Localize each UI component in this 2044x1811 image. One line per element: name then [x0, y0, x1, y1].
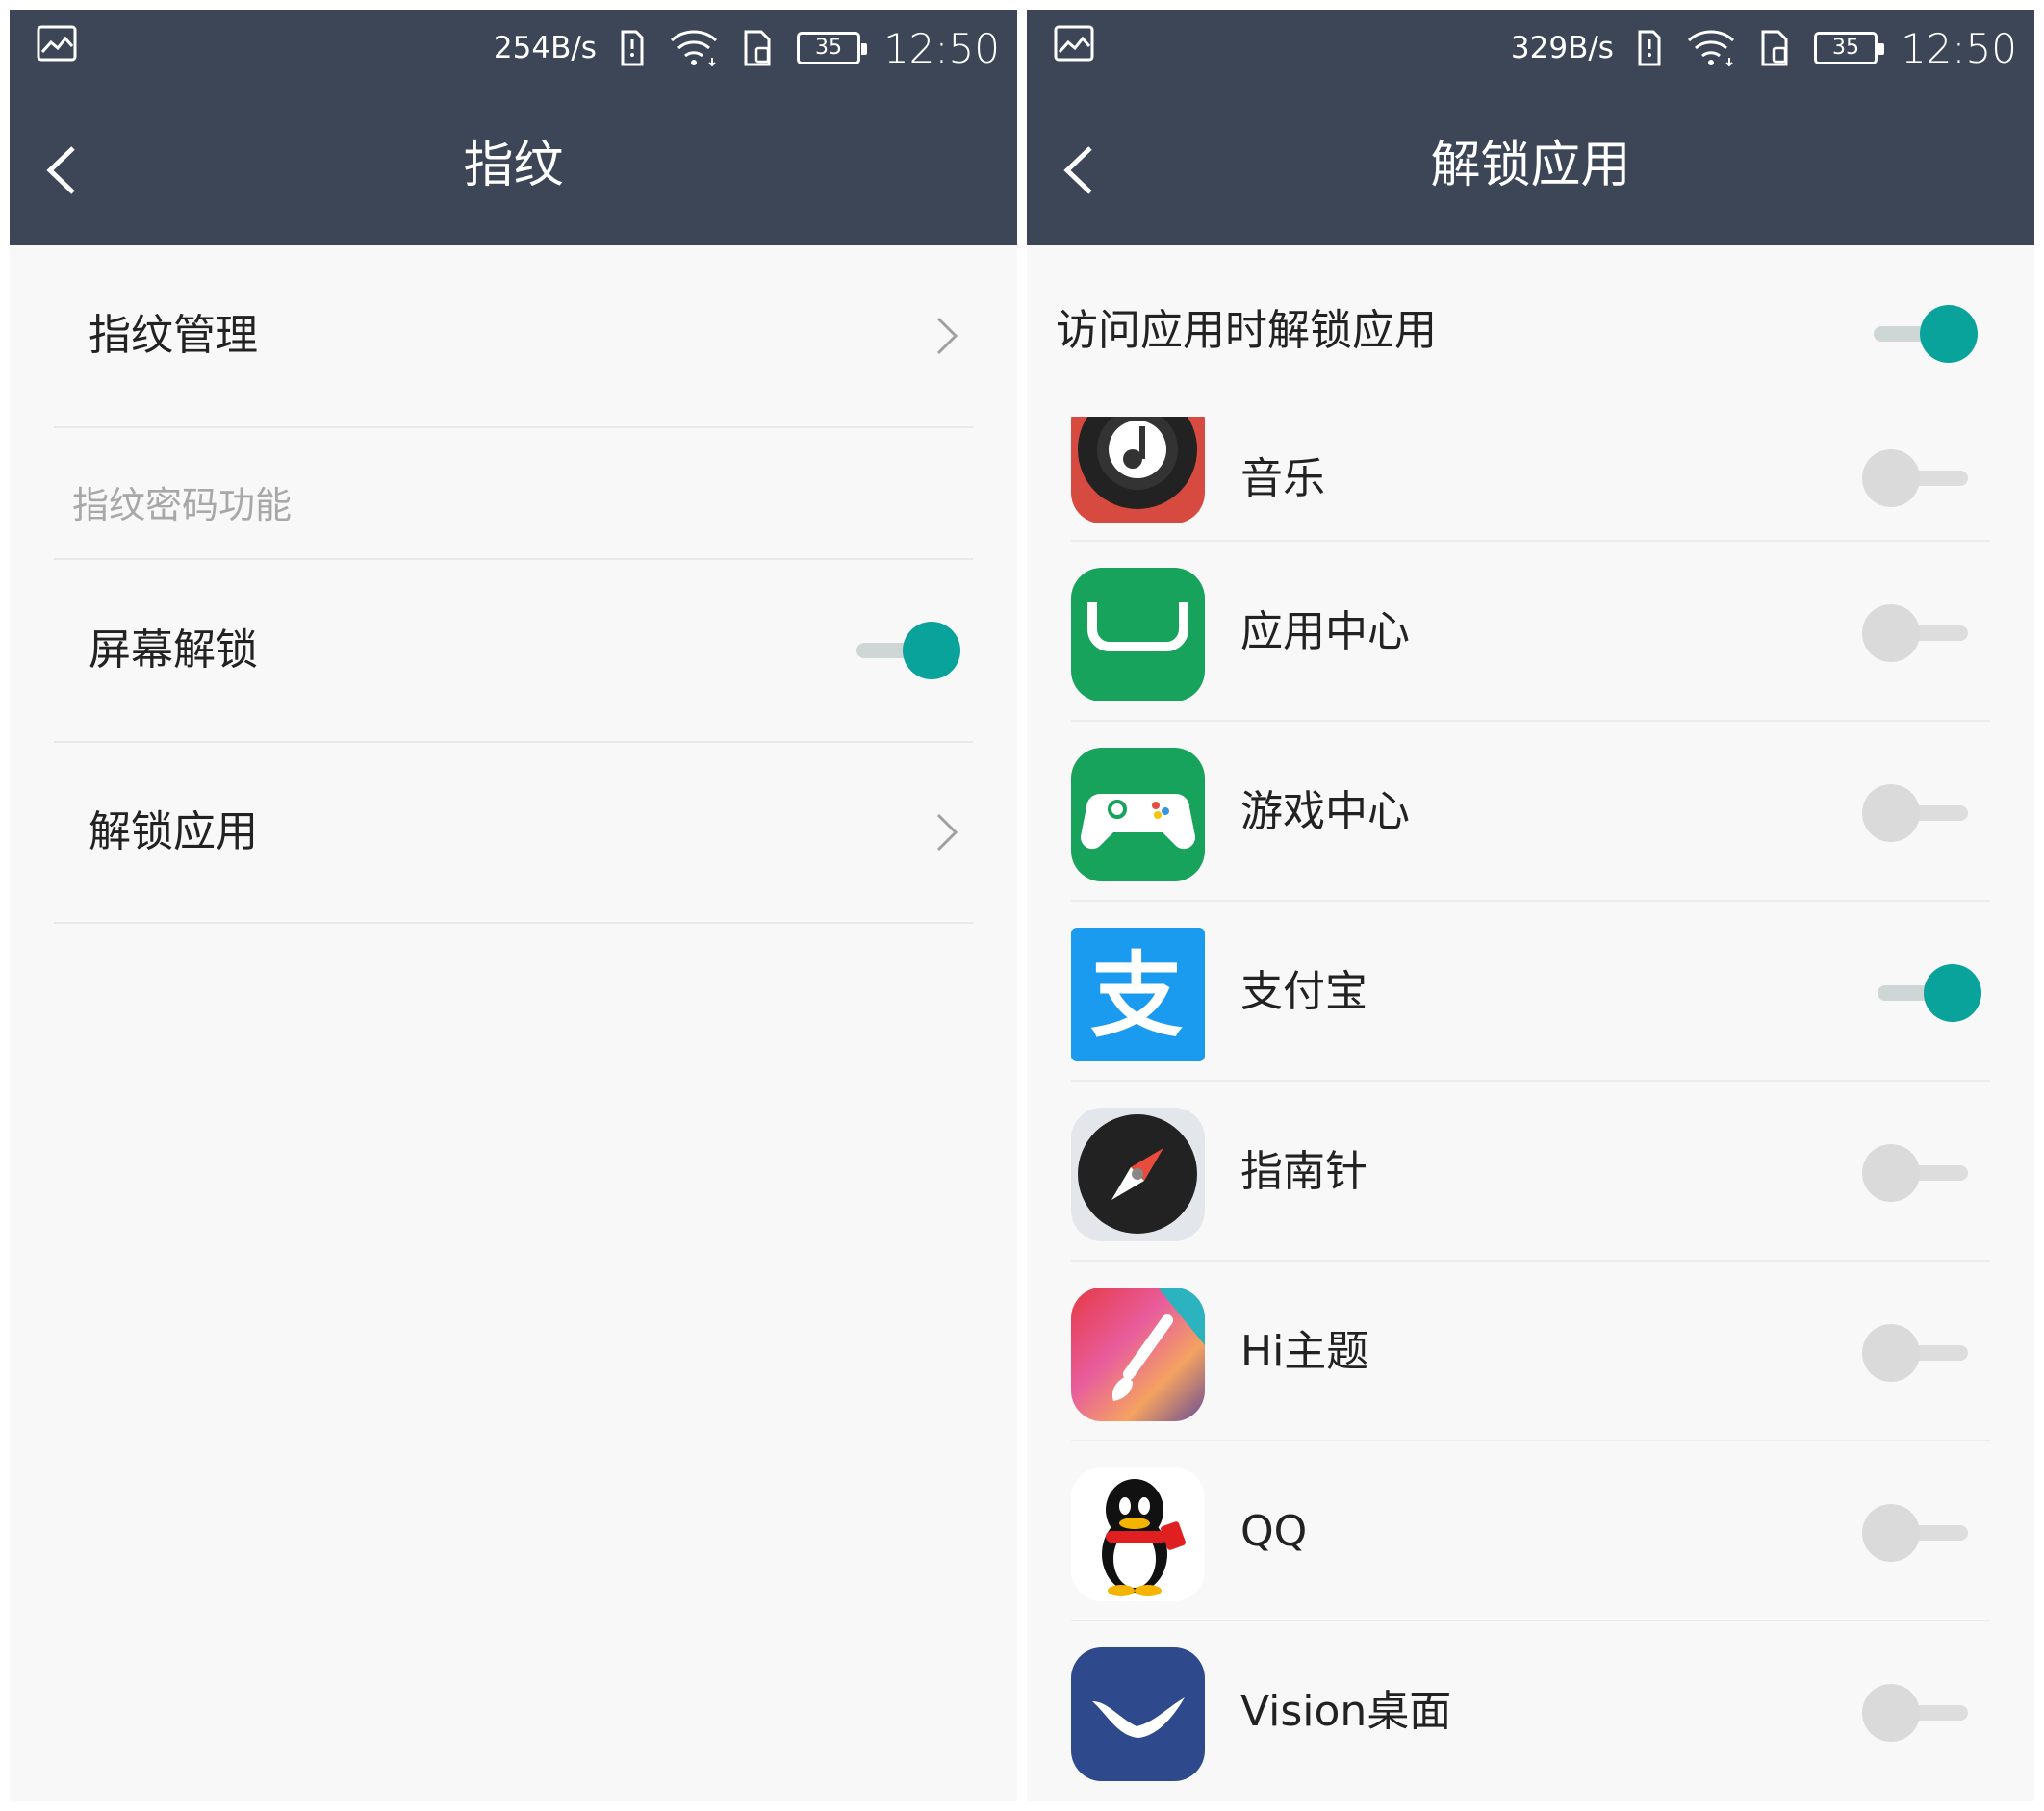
compass-icon — [1071, 1108, 1205, 1241]
page-title: 指纹 — [463, 137, 564, 194]
hi-theme-icon — [1071, 1288, 1205, 1421]
chevron-right-icon — [936, 317, 958, 355]
sd-card-icon — [621, 30, 644, 66]
fingerprint-settings-screen: 254B/s 35 12:50 指纹 指纹管理 指纹密码功能 屏幕解锁 解锁应用 — [10, 10, 1017, 1801]
app-name: Vision桌面 — [1240, 1687, 1452, 1736]
page-title: 解锁应用 — [1430, 137, 1631, 194]
music-app-icon — [1071, 417, 1205, 523]
fingerprint-management-item[interactable]: 指纹管理 — [10, 245, 1017, 426]
app-row-alipay: 支 支付宝 — [1027, 902, 2034, 1082]
app-name: 音乐 — [1240, 454, 1325, 503]
app-row-app-center: 应用中心 — [1027, 542, 2034, 722]
chevron-right-icon — [936, 813, 958, 852]
toggle-knob — [1862, 604, 1920, 662]
divider — [54, 426, 973, 428]
master-unlock-row: 访问应用时解锁应用 — [1027, 245, 2034, 417]
image-notification-icon — [1054, 25, 1094, 62]
battery-icon: 35 — [796, 32, 867, 64]
unlock-apps-label: 解锁应用 — [89, 807, 258, 856]
screen-unlock-label: 屏幕解锁 — [89, 625, 258, 675]
toggle-knob — [1862, 449, 1920, 507]
battery-icon: 35 — [1813, 32, 1884, 64]
master-unlock-label: 访问应用时解锁应用 — [1056, 306, 1437, 355]
app-row-hi-theme: Hi主题 — [1027, 1262, 2034, 1441]
unlock-apps-screen: 329B/s 35 12:50 解锁应用 访问应用时解锁应用 音乐 应用中心 游… — [1027, 10, 2034, 1801]
status-bar: 254B/s 35 12:50 — [10, 10, 1017, 87]
toggle-knob — [1862, 1144, 1920, 1202]
toggle-knob — [903, 622, 960, 679]
sim-card-icon — [1761, 30, 1788, 66]
app-lock-toggle[interactable] — [1862, 1141, 1968, 1205]
battery-level: 35 — [814, 36, 842, 60]
toggle-knob — [1862, 1504, 1920, 1562]
app-bar: 指纹 — [10, 87, 1017, 245]
screen-unlock-item: 屏幕解锁 — [10, 560, 1017, 741]
vision-launcher-icon — [1071, 1647, 1205, 1781]
sim-card-icon — [744, 30, 771, 66]
fingerprint-management-label: 指纹管理 — [89, 311, 258, 360]
qq-icon — [1071, 1467, 1205, 1601]
toggle-knob — [1924, 964, 1981, 1022]
wifi-icon — [1687, 30, 1734, 67]
app-name: 支付宝 — [1240, 967, 1367, 1016]
app-name: QQ — [1240, 1507, 1308, 1556]
app-lock-toggle[interactable] — [1862, 1321, 1968, 1385]
app-bar: 解锁应用 — [1027, 87, 2034, 245]
app-center-icon — [1071, 568, 1205, 701]
unlock-apps-item[interactable]: 解锁应用 — [10, 743, 1017, 922]
clock: 12:50 — [1900, 24, 2017, 72]
screen-unlock-toggle[interactable] — [856, 619, 962, 682]
app-row-music: 音乐 — [1027, 417, 2034, 542]
wifi-icon — [670, 30, 717, 67]
network-speed: 254B/s — [493, 31, 597, 65]
app-name: Hi主题 — [1240, 1327, 1369, 1376]
app-lock-toggle[interactable] — [1862, 1681, 1968, 1745]
game-center-icon — [1071, 748, 1205, 881]
network-speed: 329B/s — [1510, 31, 1614, 65]
app-lock-toggle[interactable] — [1862, 446, 1968, 510]
clock: 12:50 — [882, 24, 1000, 72]
app-row-qq: QQ — [1027, 1441, 2034, 1621]
sd-card-icon — [1638, 30, 1661, 66]
image-notification-icon — [37, 25, 77, 62]
app-name: 指南针 — [1240, 1147, 1367, 1196]
section-header: 指纹密码功能 — [72, 484, 293, 526]
app-row-vision-launcher: Vision桌面 — [1027, 1621, 2034, 1801]
app-name: 游戏中心 — [1240, 787, 1410, 836]
toggle-knob — [1862, 784, 1920, 842]
app-row-game-center: 游戏中心 — [1027, 722, 2034, 902]
app-lock-toggle[interactable] — [1862, 601, 1968, 665]
alipay-icon: 支 — [1071, 928, 1205, 1061]
app-lock-toggle[interactable] — [1878, 961, 1983, 1025]
toggle-knob — [1862, 1684, 1920, 1742]
toggle-knob — [1920, 305, 1978, 363]
app-row-compass: 指南针 — [1027, 1082, 2034, 1262]
master-unlock-toggle[interactable] — [1874, 302, 1980, 366]
app-name: 应用中心 — [1240, 607, 1410, 656]
app-list: 音乐 应用中心 游戏中心 支 支付宝 指南针 Hi主题 QQ Vision桌面 — [1027, 417, 2034, 1801]
status-bar: 329B/s 35 12:50 — [1027, 10, 2034, 87]
app-lock-toggle[interactable] — [1862, 781, 1968, 845]
app-lock-toggle[interactable] — [1862, 1501, 1968, 1565]
divider — [54, 922, 973, 924]
battery-level: 35 — [1831, 36, 1859, 60]
toggle-knob — [1862, 1324, 1920, 1382]
